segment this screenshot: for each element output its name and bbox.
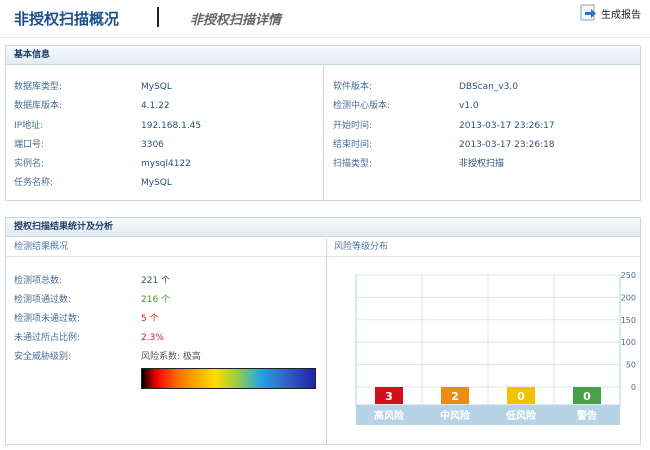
label-db-type: 数据库类型: (14, 82, 63, 92)
label-ip: IP地址: (14, 121, 44, 131)
tab-overview[interactable]: 非授权扫描概况 (14, 8, 119, 29)
bar-value-label: 0 (517, 390, 525, 403)
value-db-version: 4.1.22 (141, 101, 170, 111)
bar-value-label: 0 (583, 390, 591, 403)
report-export-icon (580, 4, 596, 21)
value-instance: mysql4122 (141, 159, 191, 169)
analysis-panel: 授权扫描结果统计及分析 检测结果概况 风险等级分布 检测项总数: 221 个 检… (5, 217, 641, 445)
generate-report-label: 生成报告 (601, 9, 641, 21)
value-ip: 192.168.1.45 (141, 121, 202, 131)
label-end-time: 结束时间: (333, 140, 373, 150)
y-tick-label: 50 (626, 361, 636, 370)
label-scan-type: 扫描类型: (333, 159, 373, 169)
value-threat-level: 风险系数: 极高 (141, 352, 201, 362)
y-tick-label: 100 (621, 338, 636, 347)
value-db-type: MySQL (141, 82, 172, 92)
value-failed-items: 5 个 (141, 314, 159, 324)
value-passed-items: 216 个 (141, 295, 171, 305)
y-tick-label: 200 (621, 293, 636, 302)
label-db-version: 数据库版本: (14, 101, 63, 111)
category-label: 中风险 (440, 409, 471, 422)
label-instance: 实例名: (14, 159, 45, 169)
value-fail-ratio: 2.3% (141, 333, 164, 343)
label-fail-ratio: 未通过所占比例: (14, 333, 81, 343)
generate-report-button[interactable]: 生成报告 (580, 3, 641, 23)
basic-info-divider (323, 66, 324, 201)
value-software-version: DBScan_v3.0 (459, 82, 518, 92)
threat-level-gradient-bar (141, 368, 316, 389)
label-start-time: 开始时间: (333, 121, 373, 131)
risk-distribution-chart: 250 200 150 100 50 0 3 高风险 2 中风险 0 低风险 0 警告 (355, 271, 636, 425)
value-center-version: v1.0 (459, 101, 479, 111)
y-tick-label: 0 (631, 383, 636, 392)
bar-value-label: 2 (451, 390, 459, 403)
y-tick-label: 250 (621, 271, 636, 280)
category-label: 高风险 (374, 409, 405, 422)
value-scan-type: 非授权扫描 (459, 159, 505, 169)
label-passed-items: 检测项通过数: (14, 295, 72, 305)
label-total-items: 检测项总数: (14, 276, 63, 286)
tab-details[interactable]: 非授权扫描详情 (190, 9, 281, 28)
value-start-time: 2013-03-17 23:26:17 (459, 121, 555, 131)
value-task-name: MySQL (141, 178, 172, 188)
label-failed-items: 检测项未通过数: (14, 314, 81, 324)
analysis-title: 授权扫描结果统计及分析 (6, 218, 640, 237)
basic-info-panel: 基本信息 数据库类型: MySQL 数据库版本: 4.1.22 IP地址: 19… (5, 45, 641, 201)
value-end-time: 2013-03-17 23:26:18 (459, 140, 555, 150)
bar-value-label: 3 (385, 390, 393, 403)
y-tick-label: 150 (621, 316, 636, 325)
label-task-name: 任务名称: (14, 178, 54, 188)
category-label: 警告 (576, 409, 597, 422)
label-port: 端口号: (14, 140, 45, 150)
value-port: 3306 (141, 140, 164, 150)
overview-title-line (6, 256, 326, 257)
category-label: 低风险 (505, 409, 537, 422)
label-center-version: 检测中心版本: (333, 101, 391, 111)
top-bar: 非授权扫描概况 非授权扫描详情 生成报告 (0, 0, 650, 38)
value-total-items: 221 个 (141, 276, 171, 286)
tab-separator (157, 7, 159, 27)
overview-title: 检测结果概况 (14, 242, 69, 252)
basic-info-title: 基本信息 (6, 46, 640, 65)
label-software-version: 软件版本: (333, 82, 373, 92)
label-threat-level: 安全威胁级别: (14, 352, 72, 362)
